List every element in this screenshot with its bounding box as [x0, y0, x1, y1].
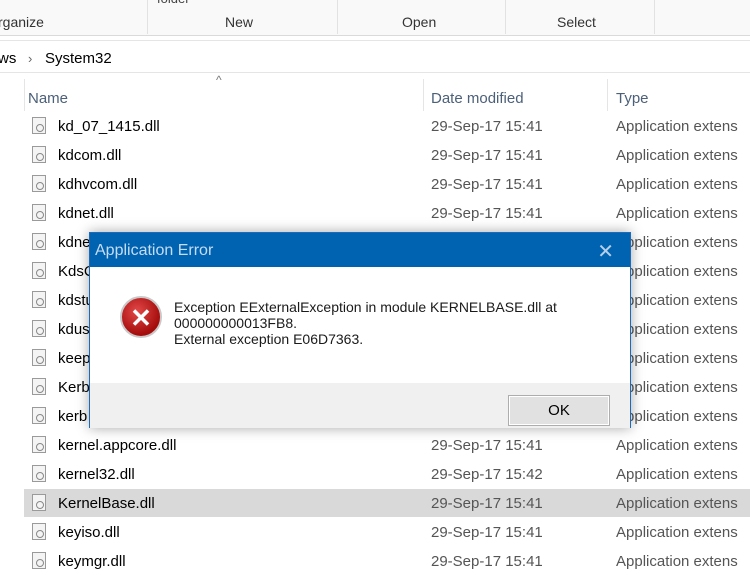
dll-file-icon [32, 552, 46, 569]
file-name: kernel.appcore.dll [58, 437, 177, 454]
column-name[interactable]: Name [28, 90, 68, 107]
file-name: KernelBase.dll [58, 495, 155, 512]
ribbon-group-new: New [225, 14, 254, 30]
file-type: Application extens [616, 408, 738, 425]
file-type: Application extens [616, 147, 738, 164]
file-row[interactable]: kernel.appcore.dll 29-Sep-17 15:41 Appli… [24, 431, 750, 459]
divider [505, 0, 506, 34]
dll-file-icon [32, 320, 46, 337]
file-name: kdus [58, 321, 90, 338]
dialog-footer: OK [90, 383, 630, 428]
file-name: keyiso.dll [58, 524, 120, 541]
dialog-title: Application Error [95, 242, 214, 259]
file-type: Application extens [616, 524, 738, 541]
ribbon: folder rganize New Open Select [0, 0, 750, 36]
column-date-modified[interactable]: Date modified [431, 90, 524, 107]
file-row[interactable]: kdnet.dll 29-Sep-17 15:41 Application ex… [24, 199, 750, 227]
file-type: Application extens [616, 321, 738, 338]
error-message: Exception EExternalException in module K… [174, 299, 557, 347]
dll-file-icon [32, 523, 46, 540]
file-date: 29-Sep-17 15:42 [431, 466, 543, 483]
breadcrumb-current[interactable]: System32 [45, 50, 112, 67]
x-glyph: ✕ [130, 303, 152, 333]
file-row[interactable]: kd_07_1415.dll 29-Sep-17 15:41 Applicati… [24, 112, 750, 140]
file-name: kernel32.dll [58, 466, 135, 483]
dll-file-icon [32, 204, 46, 221]
breadcrumb-parent[interactable]: ws [0, 50, 16, 67]
close-icon[interactable]: ✕ [597, 239, 614, 264]
file-type: Application extens [616, 466, 738, 483]
column-header: Name Date modified Type [0, 79, 750, 111]
file-type: Application extens [616, 234, 738, 251]
ok-button[interactable]: OK [508, 395, 610, 426]
message-line: Exception EExternalException in module K… [174, 299, 557, 315]
column-resize-handle[interactable] [607, 79, 608, 111]
file-name: kd_07_1415.dll [58, 118, 160, 135]
dll-file-icon [32, 407, 46, 424]
dll-file-icon [32, 349, 46, 366]
file-type: Application extens [616, 379, 738, 396]
file-name: kerb [58, 408, 88, 425]
divider [24, 79, 25, 111]
file-date: 29-Sep-17 15:41 [431, 553, 543, 570]
file-type: Application extens [616, 176, 738, 193]
file-type: Application extens [616, 292, 738, 309]
ribbon-folder-fragment: folder [157, 0, 190, 6]
divider [654, 0, 655, 34]
column-resize-handle[interactable] [423, 79, 424, 111]
file-type: Application extens [616, 495, 738, 512]
file-date: 29-Sep-17 15:41 [431, 495, 543, 512]
application-error-dialog: Application Error ✕ ✕ Exception EExterna… [89, 232, 631, 428]
file-type: Application extens [616, 205, 738, 222]
file-row[interactable]: kdcom.dll 29-Sep-17 15:41 Application ex… [24, 141, 750, 169]
file-date: 29-Sep-17 15:41 [431, 205, 543, 222]
message-line: 000000000013FB8. [174, 315, 297, 331]
dll-file-icon [32, 146, 46, 163]
file-name: kdnet.dll [58, 205, 114, 222]
divider [147, 0, 148, 34]
file-date: 29-Sep-17 15:41 [431, 147, 543, 164]
ribbon-group-organize: rganize [0, 14, 44, 30]
file-row[interactable]: KernelBase.dll 29-Sep-17 15:41 Applicati… [24, 489, 750, 517]
dll-file-icon [32, 175, 46, 192]
file-row[interactable]: keyiso.dll 29-Sep-17 15:41 Application e… [24, 518, 750, 546]
column-type[interactable]: Type [616, 90, 649, 107]
file-name: Kerb [58, 379, 90, 396]
file-name: kdcom.dll [58, 147, 122, 164]
file-name: kdhvcom.dll [58, 176, 138, 193]
ribbon-group-open: Open [402, 14, 437, 30]
dll-file-icon [32, 233, 46, 250]
file-name: keymgr.dll [58, 553, 126, 570]
file-row[interactable]: kernel32.dll 29-Sep-17 15:42 Application… [24, 460, 750, 488]
breadcrumb-chevron-icon[interactable]: › [28, 51, 32, 66]
file-type: Application extens [616, 350, 738, 367]
dll-file-icon [32, 262, 46, 279]
file-date: 29-Sep-17 15:41 [431, 176, 543, 193]
dialog-title-bar[interactable]: Application Error ✕ [90, 233, 630, 267]
dll-file-icon [32, 436, 46, 453]
file-row[interactable]: kdhvcom.dll 29-Sep-17 15:41 Application … [24, 170, 750, 198]
dll-file-icon [32, 291, 46, 308]
message-line: External exception E06D7363. [174, 331, 364, 347]
file-type: Application extens [616, 437, 738, 454]
dll-file-icon [32, 117, 46, 134]
error-icon: ✕ [120, 296, 162, 338]
file-type: Application extens [616, 263, 738, 280]
ribbon-group-select: Select [557, 14, 596, 30]
file-date: 29-Sep-17 15:41 [431, 524, 543, 541]
file-date: 29-Sep-17 15:41 [431, 437, 543, 454]
file-name: kdne [58, 234, 91, 251]
file-name: keep [58, 350, 91, 367]
file-type: Application extens [616, 118, 738, 135]
file-type: Application extens [616, 553, 738, 570]
address-bar[interactable]: ws › System32 [0, 40, 750, 73]
file-row[interactable]: keymgr.dll 29-Sep-17 15:41 Application e… [24, 547, 750, 575]
dll-file-icon [32, 378, 46, 395]
dll-file-icon [32, 465, 46, 482]
divider [337, 0, 338, 34]
dll-file-icon [32, 494, 46, 511]
file-date: 29-Sep-17 15:41 [431, 118, 543, 135]
